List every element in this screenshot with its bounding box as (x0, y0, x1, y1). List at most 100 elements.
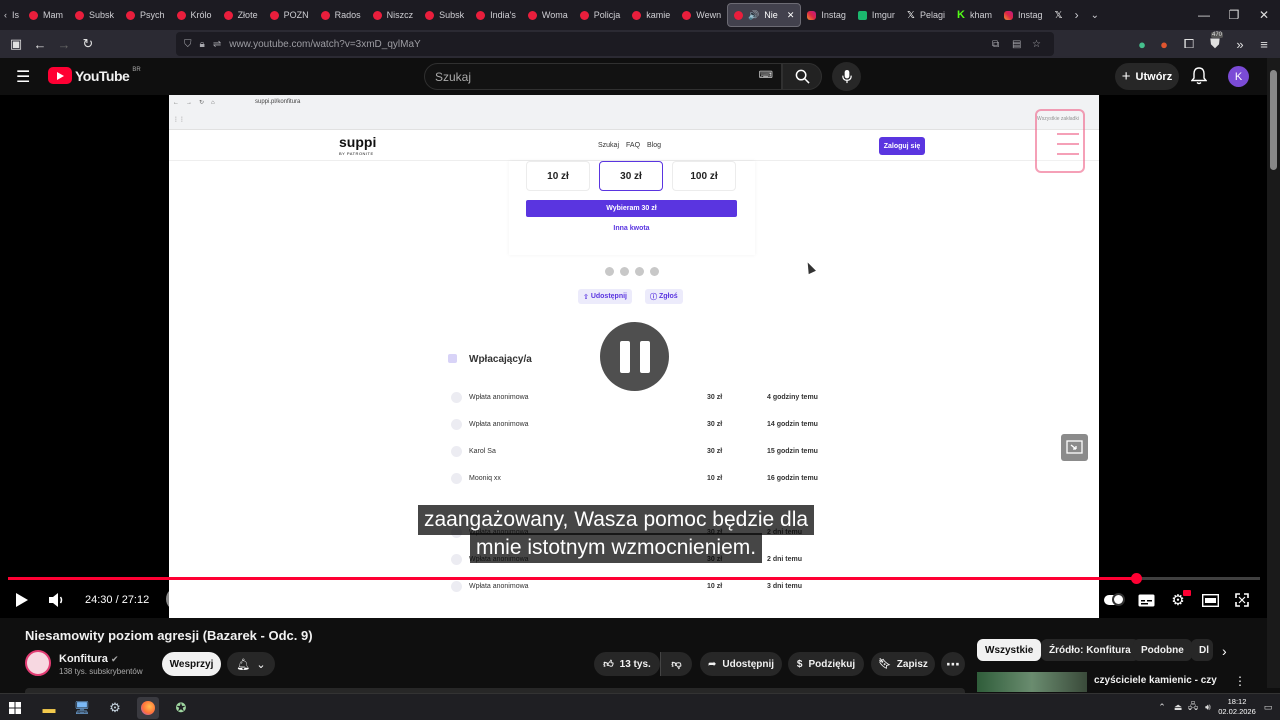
chip-related[interactable]: Podobne (1133, 639, 1192, 661)
video-player[interactable]: ←→↻⌂ suppi.pl/konfitura ⋮⋮ Wszystkie zak… (0, 95, 1267, 618)
tab-list-chevron-icon[interactable]: ⌄ (1085, 0, 1105, 30)
subscription-bell-button[interactable]: 🔔︎ ⌄ (227, 652, 275, 676)
like-button[interactable]: 👍︎ 13 tys. (594, 652, 660, 676)
save-button[interactable]: 🔖︎ Zapisz (871, 652, 935, 676)
browser-tab[interactable]: Instag (998, 0, 1049, 30)
lock-icon[interactable]: 🔒︎ (200, 39, 205, 50)
maximize-icon[interactable]: ❐ (1218, 0, 1250, 30)
steam-icon[interactable]: ⚙ (104, 697, 126, 719)
url-bar[interactable]: ⛉ 🔒︎ ⇌ www.youtube.com/watch?v=3xmD_qylM… (176, 32, 1054, 56)
file-explorer-icon[interactable]: ▬ (38, 697, 60, 719)
more-actions-icon[interactable]: ⋯ (941, 652, 965, 676)
keyboard-icon[interactable]: ⌨ (759, 70, 773, 81)
support-button[interactable]: Wesprzyj (162, 652, 221, 676)
chips-next-chevron-icon[interactable]: › (1222, 643, 1227, 659)
tray-chevron-icon[interactable]: ⌃ (1156, 701, 1168, 713)
shield-icon[interactable]: ⛉ (184, 39, 192, 50)
youtube-logo[interactable]: YouTube BR (48, 67, 141, 84)
autoplay-toggle[interactable] (1103, 588, 1125, 612)
back-button[interactable]: ← (28, 32, 52, 56)
recommendation-title[interactable]: czyściciele kamienic - czy policja kłami… (1094, 674, 1234, 688)
notifications-icon[interactable]: ▭ (1262, 701, 1274, 713)
volume-button[interactable] (46, 588, 68, 612)
browser-tab[interactable]: Rados (315, 0, 367, 30)
bookmark-star-icon[interactable]: ☆ (1032, 39, 1041, 50)
progress-scrubber[interactable] (1130, 573, 1142, 584)
fullscreen-icon[interactable] (1232, 588, 1252, 612)
chip-source[interactable]: Źródło: Konfitura (1041, 639, 1139, 661)
browser-tab[interactable]: Kkham (951, 0, 998, 30)
search-button[interactable] (782, 63, 822, 90)
chip-all[interactable]: Wszystkie (977, 639, 1042, 661)
windows-start-icon[interactable] (4, 697, 26, 719)
recommendation-menu-icon[interactable]: ⋮ (1234, 674, 1246, 688)
browser-tab[interactable]: Subsk (69, 0, 120, 30)
thanks-button[interactable]: $ Podziękuj (788, 652, 864, 676)
recommendation-thumbnail[interactable] (977, 672, 1087, 692)
hamburger-menu-icon[interactable]: ☰ (16, 67, 30, 87)
browser-tab[interactable]: Niszcz (367, 0, 420, 30)
usb-icon[interactable]: ⏏ (1172, 701, 1184, 713)
tab-groups-icon[interactable]: ▣ (4, 32, 28, 56)
miniplayer-icon[interactable] (1061, 434, 1088, 461)
firefox-icon[interactable] (137, 697, 159, 719)
browser-tab[interactable]: Królo (171, 0, 218, 30)
taskbar-clock[interactable]: 18:12 02.02.2026 (1218, 697, 1256, 717)
page-scrollbar[interactable] (1267, 58, 1280, 688)
browser-tab[interactable]: POZN (264, 0, 315, 30)
channel-name-text[interactable]: Konfitura (59, 653, 108, 665)
pause-indicator[interactable] (600, 322, 669, 391)
scrollbar-thumb[interactable] (1270, 70, 1277, 170)
speaker-icon[interactable]: 🔊 (748, 10, 759, 21)
browser-tab[interactable]: 𝕏 Pelagi (901, 0, 951, 30)
network-icon[interactable]: 🖧︎ (1187, 701, 1199, 713)
permissions-icon[interactable]: ⇌ (213, 39, 221, 50)
browser-tab[interactable]: Woma (522, 0, 574, 30)
close-tab-icon[interactable]: ✕ (787, 10, 795, 21)
settings-gear-icon[interactable]: ⚙ (1167, 588, 1191, 612)
voice-search-button[interactable] (832, 62, 861, 91)
browser-tab[interactable]: Złote (218, 0, 264, 30)
volume-tray-icon[interactable]: 🔊︎ (1202, 701, 1214, 713)
chapter-button[interactable]: W tym filmie › (166, 587, 237, 611)
theater-mode-icon[interactable] (1200, 588, 1220, 612)
extension-vpn-icon[interactable]: ● (1130, 32, 1154, 56)
url-text[interactable]: www.youtube.com/watch?v=3xmD_qylMaY (229, 39, 420, 50)
app-menu-icon[interactable]: ≡ (1252, 32, 1276, 56)
channel-avatar[interactable] (25, 650, 51, 676)
browser-tab[interactable]: Psych (120, 0, 171, 30)
subtitles-icon[interactable] (1136, 588, 1156, 612)
channel-name[interactable]: Konfitura ✔ (59, 653, 119, 665)
account-avatar[interactable]: K (1228, 66, 1249, 87)
browser-tab[interactable]: kamie (626, 0, 676, 30)
browser-tab[interactable]: 𝕏 (1049, 0, 1069, 30)
progress-bar[interactable] (8, 573, 1260, 584)
reload-button[interactable]: ↻ (76, 32, 100, 56)
browser-tab[interactable]: India's (470, 0, 522, 30)
forward-button[interactable]: → (52, 32, 76, 56)
extension-icon[interactable]: ● (1152, 32, 1176, 56)
browser-tab[interactable]: Instag (801, 0, 852, 30)
tab-scroll-right[interactable]: › (1069, 0, 1085, 30)
dislike-button[interactable]: 👎︎ (660, 652, 692, 676)
browser-tab[interactable]: Mam (23, 0, 69, 30)
browser-tab[interactable]: Policja (574, 0, 627, 30)
screenshot-icon[interactable]: ⧉ (992, 39, 999, 50)
extensions-puzzle-icon[interactable]: ⧠ (1177, 32, 1201, 56)
app-icon[interactable]: ✪ (170, 697, 192, 719)
reader-view-icon[interactable]: ▤ (1012, 39, 1021, 50)
tab-scroll-left[interactable]: ‹ Is (0, 0, 23, 30)
browser-tab[interactable]: Subsk (419, 0, 470, 30)
close-window-icon[interactable]: ✕ (1248, 0, 1280, 30)
play-button[interactable] (12, 588, 32, 612)
overflow-chevron-icon[interactable]: » (1228, 32, 1252, 56)
chip-more[interactable]: Dl (1191, 639, 1213, 661)
browser-tab[interactable]: Imgur (852, 0, 901, 30)
create-button[interactable]: + Utwórz (1115, 63, 1179, 90)
notifications-bell-icon[interactable] (1190, 67, 1208, 90)
browser-tab-active[interactable]: 🔊 Nie ✕ (727, 3, 802, 27)
search-input[interactable]: Szukaj ⌨ (424, 63, 782, 90)
browser-tab[interactable]: Wewn (676, 0, 727, 30)
ublock-icon[interactable]: ⛊ 470 (1203, 32, 1227, 56)
share-button[interactable]: ➦ Udostępnij (700, 652, 782, 676)
